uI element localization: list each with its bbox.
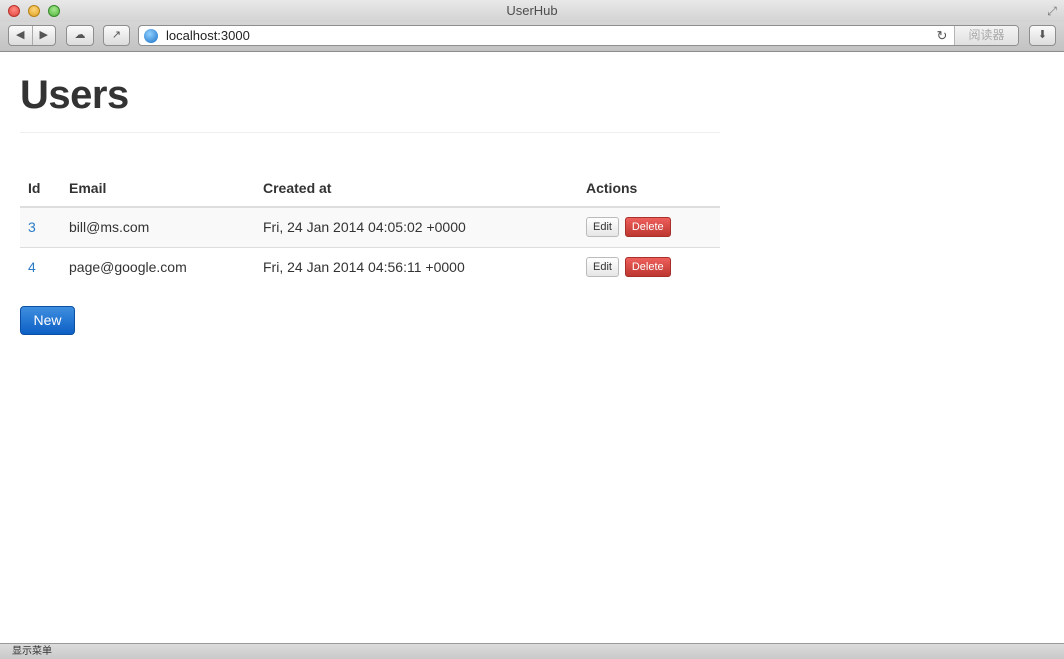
status-bar: 显示菜单 <box>0 643 1064 659</box>
id-cell: 3 <box>20 206 61 247</box>
close-window-button[interactable] <box>8 5 20 17</box>
nav-button-group: ◀ ▶ <box>8 25 56 46</box>
user-id-link[interactable]: 3 <box>28 219 36 235</box>
title-divider <box>20 132 720 133</box>
table-header-row: Id Email Created at Actions <box>20 169 720 208</box>
delete-button[interactable]: Delete <box>624 257 671 278</box>
column-header-email: Email <box>61 169 255 208</box>
zoom-window-button[interactable] <box>48 5 60 17</box>
minimize-window-button[interactable] <box>28 5 40 17</box>
back-button[interactable]: ◀ <box>9 26 33 45</box>
page-content: Users Id Email Created at Actions 3 bill… <box>20 53 720 335</box>
email-cell: page@google.com <box>61 246 255 287</box>
address-bar[interactable]: localhost:3000 ↻ 阅读器 <box>138 25 1019 46</box>
globe-icon <box>144 28 158 43</box>
share-button[interactable]: ↗ <box>103 25 130 46</box>
download-icon: ⬇ <box>1037 29 1048 41</box>
reload-icon[interactable]: ↻ <box>934 28 950 44</box>
new-user-button[interactable]: New <box>20 306 75 335</box>
url-text[interactable]: localhost:3000 <box>166 28 934 43</box>
edit-button[interactable]: Edit <box>586 217 619 238</box>
cloud-icon: ☁ <box>74 29 86 41</box>
email-cell: bill@ms.com <box>61 206 255 247</box>
created-at-cell: Fri, 24 Jan 2014 04:56:11 +0000 <box>255 246 578 287</box>
column-header-id: Id <box>20 169 61 208</box>
page-title: Users <box>20 73 129 117</box>
browser-toolbar: ◀ ▶ ☁ ↗ localhost:3000 ↻ 阅读器 ⬇ <box>0 22 1064 52</box>
users-table: Id Email Created at Actions 3 bill@ms.co… <box>20 169 720 287</box>
status-text: 显示菜单 <box>12 646 52 657</box>
actions-cell: Edit Delete <box>578 206 720 247</box>
icloud-tabs-button[interactable]: ☁ <box>66 25 94 46</box>
window-title: UserHub <box>506 3 558 18</box>
downloads-button[interactable]: ⬇ <box>1029 25 1056 46</box>
column-header-created-at: Created at <box>255 169 578 208</box>
reader-button[interactable]: 阅读器 <box>954 26 1018 45</box>
delete-button[interactable]: Delete <box>624 217 671 238</box>
window-titlebar: UserHub ⤢ <box>0 0 1064 22</box>
created-at-cell: Fri, 24 Jan 2014 04:05:02 +0000 <box>255 206 578 247</box>
user-id-link[interactable]: 4 <box>28 259 36 275</box>
table-row: 3 bill@ms.com Fri, 24 Jan 2014 04:05:02 … <box>20 206 720 247</box>
column-header-actions: Actions <box>578 169 720 208</box>
table-row: 4 page@google.com Fri, 24 Jan 2014 04:56… <box>20 246 720 287</box>
actions-cell: Edit Delete <box>578 246 720 287</box>
share-icon: ↗ <box>111 29 122 41</box>
edit-button[interactable]: Edit <box>586 257 619 278</box>
fullscreen-icon[interactable]: ⤢ <box>1045 4 1059 18</box>
forward-button[interactable]: ▶ <box>33 26 56 45</box>
id-cell: 4 <box>20 246 61 287</box>
